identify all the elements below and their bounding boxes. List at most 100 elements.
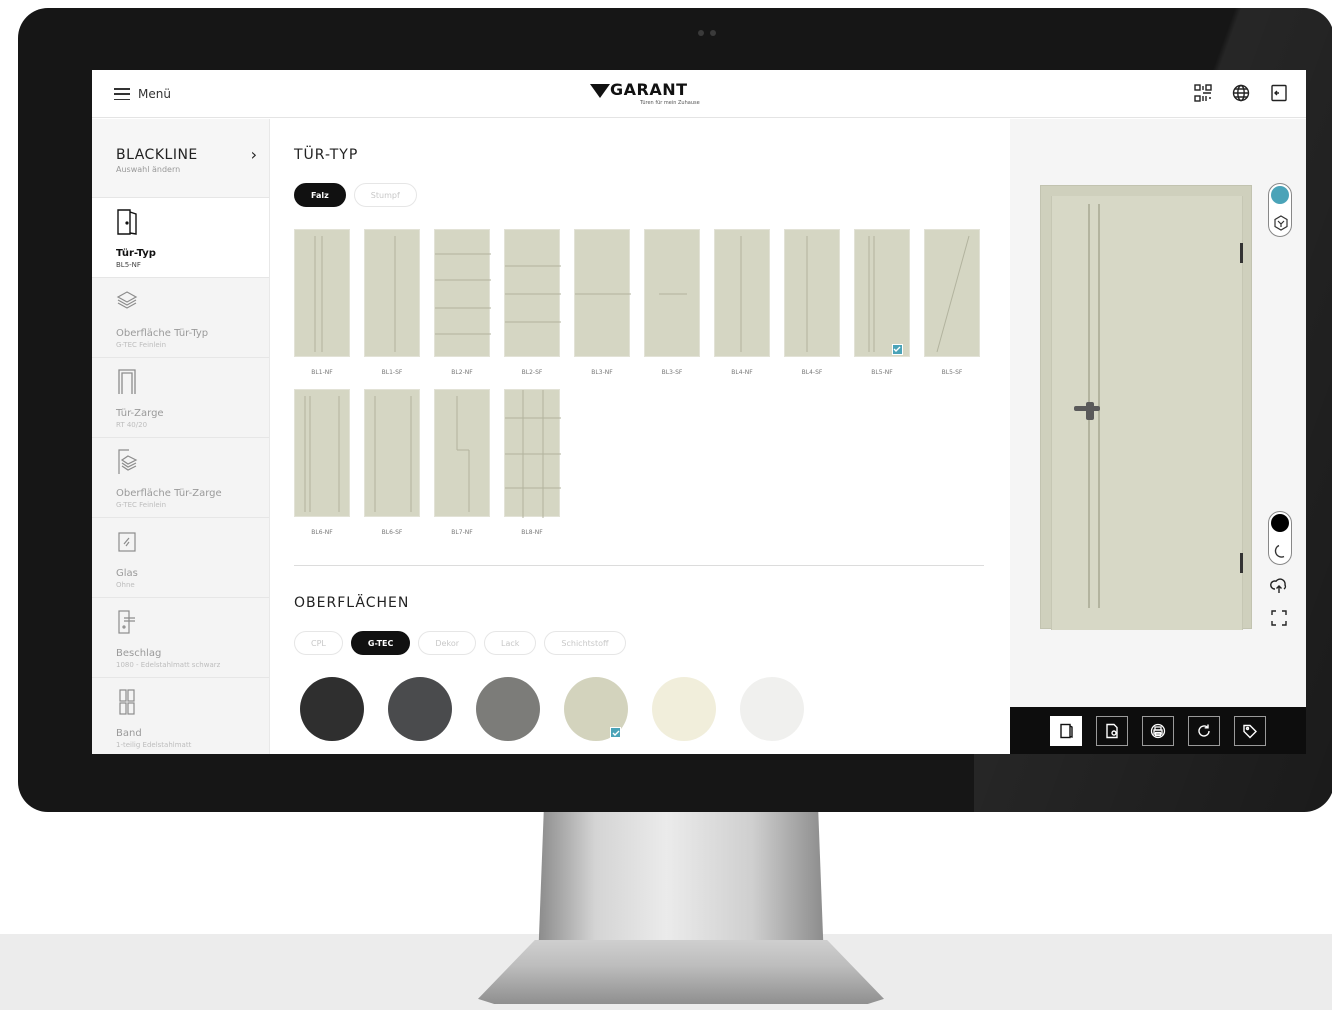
- sidebar-item-value: BL5-NF: [116, 261, 141, 269]
- door-view-icon: [1060, 723, 1073, 738]
- door-pattern: [868, 236, 875, 352]
- door-type-label: BL5-NF: [871, 369, 893, 376]
- door-type-tile[interactable]: [714, 229, 770, 357]
- camera-sensor-dot: [710, 30, 716, 36]
- door-type-tile[interactable]: [434, 229, 491, 357]
- tab-g-tec[interactable]: G-TEC: [350, 631, 411, 655]
- light-mode-toggle[interactable]: [1268, 511, 1292, 565]
- door-type-label: BL7-NF: [451, 529, 473, 536]
- tab-dekor[interactable]: Dekor: [418, 631, 477, 655]
- door-type-tile[interactable]: [294, 389, 350, 517]
- logo-word: GARANT: [610, 80, 688, 99]
- monitor-foot: [478, 940, 884, 1004]
- section-title-oberflaechen: OBERFLÄCHEN: [294, 595, 410, 611]
- door-pattern: [505, 390, 561, 518]
- glass-icon: [118, 532, 136, 552]
- sidebar-item-value: 1080 - Edelstahlmatt schwarz: [116, 661, 221, 669]
- menu-label: Menü: [138, 87, 171, 101]
- tab-falz[interactable]: Falz: [294, 183, 346, 207]
- config-sidebar: BLACKLINE Auswahl ändern › Tür-Typ BL5-N…: [92, 119, 270, 754]
- sidebar-item-label: Band: [116, 728, 142, 739]
- door-type-label: BL2-SF: [521, 369, 543, 376]
- door-type-label: BL3-SF: [661, 369, 683, 376]
- door-handle-rose: [1086, 402, 1094, 420]
- door-view-button[interactable]: [1050, 715, 1082, 746]
- door-type-tile[interactable]: [924, 229, 980, 357]
- view-toggle-switch[interactable]: [1268, 183, 1292, 237]
- toggle-knob-dark: [1271, 514, 1289, 532]
- collection-change-link[interactable]: Auswahl ändern: [116, 165, 269, 174]
- door-type-tile[interactable]: [364, 229, 420, 357]
- tab-cpl[interactable]: CPL: [294, 631, 343, 655]
- door-type-tile[interactable]: [854, 229, 910, 357]
- door-detail-button[interactable]: [1096, 715, 1128, 746]
- qr-code-icon[interactable]: [1192, 82, 1214, 104]
- door-type-label: BL5-SF: [941, 369, 963, 376]
- surface-swatch[interactable]: [564, 677, 628, 741]
- sidebar-item-glas[interactable]: Glas Ohne: [92, 517, 269, 597]
- door-pattern: [394, 236, 396, 352]
- section-divider: [294, 565, 984, 566]
- surface-swatch[interactable]: [652, 677, 716, 741]
- surface-swatch[interactable]: [388, 677, 452, 741]
- top-bar: Menü GARANT Türen für mein Zuhause: [92, 70, 1306, 118]
- tab-schichtstoff[interactable]: Schichtstoff: [544, 631, 626, 655]
- header-actions: [1192, 82, 1290, 104]
- door-type-tile[interactable]: [784, 229, 840, 357]
- print-button[interactable]: [1142, 715, 1174, 746]
- sidebar-item-beschlag[interactable]: Beschlag 1080 - Edelstahlmatt schwarz: [92, 597, 269, 677]
- collection-title: BLACKLINE: [116, 147, 198, 163]
- selected-check-icon: [610, 727, 621, 738]
- door-type-label: BL8-NF: [521, 529, 543, 536]
- moon-icon: [1274, 544, 1285, 558]
- collection-selector[interactable]: BLACKLINE Auswahl ändern ›: [92, 119, 269, 197]
- selected-check-icon: [892, 344, 903, 355]
- door-type-tile[interactable]: [644, 229, 700, 357]
- preview-toolbar: [1010, 707, 1306, 754]
- door-type-tabs: Falz Stumpf: [294, 183, 417, 207]
- logo-tagline: Türen für mein Zuhause: [640, 100, 700, 106]
- sidebar-item-tuer-typ[interactable]: Tür-Typ BL5-NF: [92, 197, 269, 277]
- chevron-right-icon[interactable]: ›: [251, 145, 257, 164]
- hinge-icon: [119, 689, 135, 715]
- exit-icon[interactable]: [1268, 82, 1290, 104]
- door-type-label: BL2-NF: [451, 369, 473, 376]
- layers-icon: [116, 291, 138, 309]
- view-mode-toggle[interactable]: [1268, 183, 1292, 237]
- door-hinge: [1240, 243, 1243, 263]
- surface-swatch[interactable]: [300, 677, 364, 741]
- sidebar-item-label: Beschlag: [116, 648, 162, 659]
- cloud-upload-icon[interactable]: [1270, 577, 1288, 595]
- garant-logo[interactable]: GARANT Türen für mein Zuhause: [590, 80, 700, 110]
- logo-triangle-icon: [590, 84, 610, 98]
- door-type-tile[interactable]: [434, 389, 490, 517]
- sidebar-item-oberflaeche-tuer-typ[interactable]: Oberfläche Tür-Typ G-TEC Feinlein: [92, 277, 269, 357]
- tab-lack[interactable]: Lack: [484, 631, 537, 655]
- sidebar-item-tuer-zarge[interactable]: Tür-Zarge RT 40/20: [92, 357, 269, 437]
- sidebar-item-oberflaeche-tuer-zarge[interactable]: Oberfläche Tür-Zarge G-TEC Feinlein: [92, 437, 269, 517]
- light-toggle-switch[interactable]: [1268, 511, 1292, 565]
- scene: Menü GARANT Türen für mein Zuhause BLACK…: [0, 0, 1332, 1010]
- surface-swatch[interactable]: [476, 677, 540, 741]
- door-type-tile[interactable]: [294, 229, 350, 357]
- door-type-label: BL6-SF: [381, 529, 403, 536]
- sidebar-item-value: RT 40/20: [116, 421, 148, 429]
- menu-button[interactable]: Menü: [114, 83, 171, 105]
- door-type-tile[interactable]: [504, 229, 561, 357]
- door-pattern: [314, 236, 323, 352]
- door-icon: [117, 209, 137, 235]
- door-type-tile[interactable]: [364, 389, 420, 517]
- tab-stumpf[interactable]: Stumpf: [353, 183, 417, 207]
- door-type-tile[interactable]: [574, 229, 631, 357]
- print-icon: [1150, 723, 1166, 738]
- door-detail-icon: [1106, 723, 1118, 738]
- fullscreen-icon[interactable]: [1270, 609, 1288, 627]
- sidebar-item-band[interactable]: Band 1-teilig Edelstahlmatt: [92, 677, 269, 754]
- surface-swatch[interactable]: [740, 677, 804, 741]
- hamburger-icon: [114, 88, 130, 100]
- globe-icon[interactable]: [1230, 82, 1252, 104]
- door-type-tile[interactable]: [504, 389, 561, 518]
- app-screen: Menü GARANT Türen für mein Zuhause BLACK…: [92, 70, 1306, 754]
- reset-button[interactable]: [1188, 715, 1220, 746]
- price-tag-button[interactable]: [1234, 715, 1266, 746]
